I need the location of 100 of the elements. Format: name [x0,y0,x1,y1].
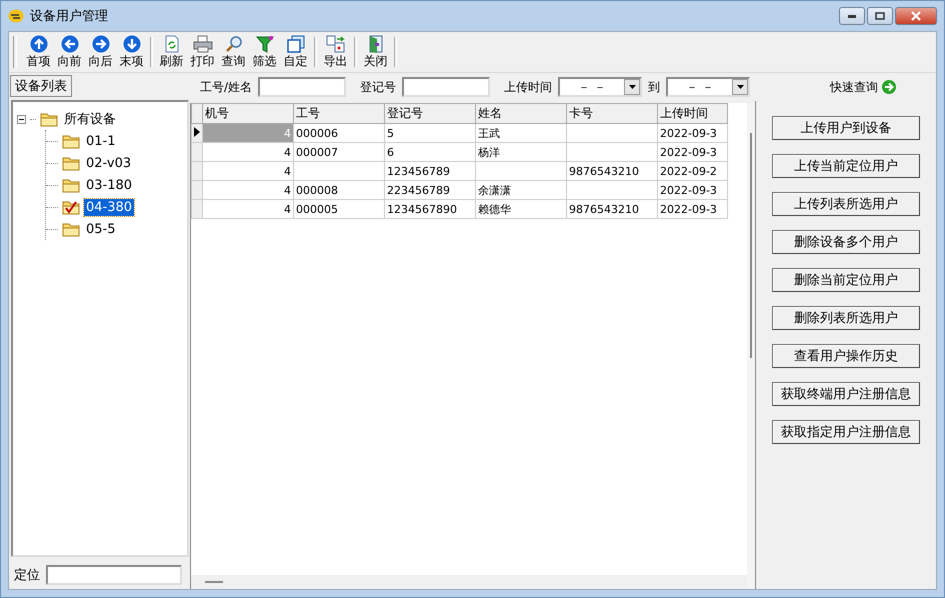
locate-field[interactable] [46,565,182,585]
toolbar-button[interactable]: 向前 [54,34,85,70]
action-button[interactable]: 上传列表所选用户 [772,192,920,216]
folder-icon [62,222,80,236]
table-cell: 赖德华 [476,200,566,218]
date-to-dropdown[interactable]: － － [666,77,750,97]
folder-icon [62,156,80,170]
export-icon [326,34,346,52]
close-icon [911,11,921,21]
action-button[interactable]: 查看用户操作历史 [772,344,920,368]
id-name-field[interactable] [258,77,346,97]
go-arrow-icon [882,80,896,94]
sidebar-tab[interactable]: 设备列表 [10,75,72,97]
column-header[interactable]: 姓名 [476,104,566,124]
table-cell: 2022-09-2 [658,162,728,180]
horizontal-scrollbar[interactable] [191,575,747,589]
field-label: 登记号 [360,78,396,96]
action-button[interactable]: 删除列表所选用户 [772,306,920,330]
minimize-button[interactable] [839,7,865,25]
maximize-button[interactable] [867,7,893,25]
field-label: 定位 [14,567,40,584]
table-cell: 杨洋 [476,142,566,162]
toolbar-button[interactable]: 查询 [218,34,249,70]
table-cell: 2022-09-3 [658,124,728,142]
collapse-toggle[interactable] [17,114,26,124]
field-label: 到 [648,78,660,96]
tree-item[interactable]: 05-5 [84,220,118,238]
folder-icon [62,178,80,192]
table-cell: 4 [202,162,294,180]
table-cell: 2022-09-3 [658,142,728,162]
toolbar-button[interactable]: 打印 [187,34,218,70]
action-button[interactable]: 上传用户到设备 [772,116,920,140]
toolbar-button[interactable]: 向后 [85,34,116,70]
window-title: 设备用户管理 [30,8,108,25]
toolbar-button[interactable]: 自定 [280,34,311,70]
close-button[interactable] [895,7,937,25]
table-cell: 王武 [476,124,566,142]
table-cell: 2022-09-3 [658,180,728,200]
table-cell: 6 [384,142,476,162]
app-logo-icon [8,9,24,23]
quick-query-button[interactable]: 快速查询 [830,78,896,96]
table-cell: 000006 [294,124,384,142]
dropdown-arrow-icon [736,85,744,89]
action-button[interactable]: 获取终端用户注册信息 [772,382,920,406]
table-cell: 4 [202,124,294,142]
maximize-icon [875,12,885,20]
field-label: 工号/姓名 [200,78,252,96]
tree-item[interactable]: 所有设备 [62,109,118,129]
column-header[interactable]: 机号 [202,104,294,124]
dropdown-arrow-icon [628,85,636,89]
folder-icon [62,134,80,148]
arrow-circle-icon [92,34,110,52]
reg-number-field[interactable] [402,77,490,97]
action-button[interactable]: 删除当前定位用户 [772,268,920,292]
table-cell: 123456789 [384,162,476,180]
table-cell: 4 [202,200,294,218]
tree-item[interactable]: 01-1 [84,132,118,150]
toolbar-button[interactable]: 刷新 [156,34,187,70]
arrow-circle-icon [60,34,78,52]
column-header[interactable]: 卡号 [566,104,658,124]
tree-item[interactable]: 04-380 [84,198,134,216]
table-cell: 000007 [294,142,384,162]
toolbar-button[interactable]: 首项 [23,34,54,70]
minimize-icon [848,14,856,18]
toolbar-button[interactable]: 导出 [320,34,351,70]
table-cell: 9876543210 [566,200,658,218]
folder-check-icon [62,200,80,214]
table-cell: 5 [384,124,476,142]
tree-item[interactable]: 02-v03 [84,154,134,172]
tree-item[interactable]: 03-180 [84,176,134,194]
table-cell: 9876543210 [566,162,658,180]
folder-icon [40,112,58,126]
column-header[interactable]: 上传时间 [658,104,728,124]
printer-icon [192,34,212,52]
table-cell: 余潇潇 [476,180,566,200]
magnifier-icon [224,34,242,52]
table-cell: 000008 [294,180,384,200]
table-cell: 223456789 [384,180,476,200]
refresh-icon [162,34,180,52]
door-icon [368,34,384,52]
date-from-dropdown[interactable]: － － [558,77,642,97]
action-button[interactable]: 获取指定用户注册信息 [772,420,920,444]
toolbar-button[interactable]: 末项 [116,34,147,70]
vertical-scrollbar[interactable] [747,103,755,589]
funnel-icon [256,34,274,52]
column-header[interactable]: 工号 [294,104,384,124]
arrow-circle-icon [122,34,140,52]
table-cell: 2022-09-3 [658,200,728,218]
action-button[interactable]: 删除设备多个用户 [772,230,920,254]
windows-icon [286,34,304,52]
table-cell: 1234567890 [384,200,476,218]
table-cell: 4 [202,142,294,162]
row-header[interactable] [192,124,202,142]
field-label: 上传时间 [504,78,552,96]
row-pointer-icon [194,126,200,136]
toolbar-button[interactable]: 关闭 [360,34,391,70]
column-header[interactable]: 登记号 [384,104,476,124]
action-button[interactable]: 上传当前定位用户 [772,154,920,178]
toolbar-button[interactable]: 筛选 [249,34,280,70]
table-cell: 000005 [294,200,384,218]
